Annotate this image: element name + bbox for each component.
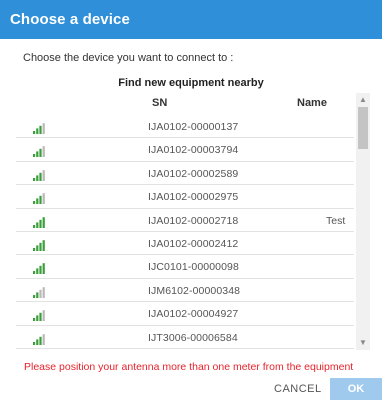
signal-strength-icon [33,121,47,134]
device-list: IJA0102-00000137 IJA0102-00003794 IJA0102-… [16,115,354,350]
device-sn: IJA0102-00002975 [148,191,239,204]
device-sn: IJA0102-00002718 [148,214,239,227]
list-scrollbar[interactable]: ▲ ▼ [356,93,370,350]
signal-strength-icon [33,332,47,345]
signal-strength-icon [33,238,47,251]
device-row[interactable]: IJA0102-00002718 Test [16,209,354,232]
device-name: Test [326,214,346,227]
signal-strength-icon [33,215,47,228]
signal-strength-icon [33,191,47,205]
column-header-name: Name [297,97,327,109]
device-sn: IJC0101-00000098 [148,261,239,274]
signal-strength-icon [33,168,47,181]
device-row[interactable]: IJA0102-00000137 [16,115,354,139]
device-sn: IJA0102-00000137 [148,121,239,133]
device-sn: IJT3006-00006584 [148,331,238,344]
cancel-button[interactable]: CANCEL [274,383,322,395]
antenna-warning: Please position your antenna more than o… [24,361,354,373]
device-row[interactable]: IJC0101-00000098 [16,255,354,279]
scroll-down-icon[interactable]: ▼ [356,336,370,350]
dialog-title: Choose a device [10,11,130,28]
device-row[interactable]: IJA0102-00002412 [16,232,354,256]
signal-strength-icon [33,285,47,298]
device-sn: IJA0102-00002589 [148,167,239,180]
device-row[interactable]: IJA0102-00003794 [16,138,354,162]
device-row[interactable]: IJA0102-00002975 [16,185,354,209]
device-row[interactable]: IJA0102-00004927 [16,302,354,326]
signal-strength-icon [33,144,47,158]
device-sn: IJA0102-00003794 [148,144,239,157]
scrollbar-thumb[interactable] [358,107,368,149]
device-sn: IJA0102-00004927 [148,308,239,321]
ok-button[interactable]: OK [330,378,382,400]
device-sn: IJA0102-00002412 [148,237,239,250]
device-row[interactable]: IJT3006-00006584 [16,326,354,349]
signal-strength-icon [33,308,47,322]
device-row[interactable]: IJM6102-00000348 [16,279,354,303]
column-header-sn: SN [152,97,168,109]
signal-strength-icon [33,261,47,275]
device-row[interactable]: IJA0102-00002589 [16,162,354,186]
scroll-up-icon[interactable]: ▲ [356,93,370,107]
section-heading: Find new equipment nearby [118,77,264,89]
dialog-titlebar: Choose a device [0,0,382,39]
dialog-subtitle: Choose the device you want to connect to… [23,52,234,64]
device-sn: IJM6102-00000348 [148,284,241,297]
